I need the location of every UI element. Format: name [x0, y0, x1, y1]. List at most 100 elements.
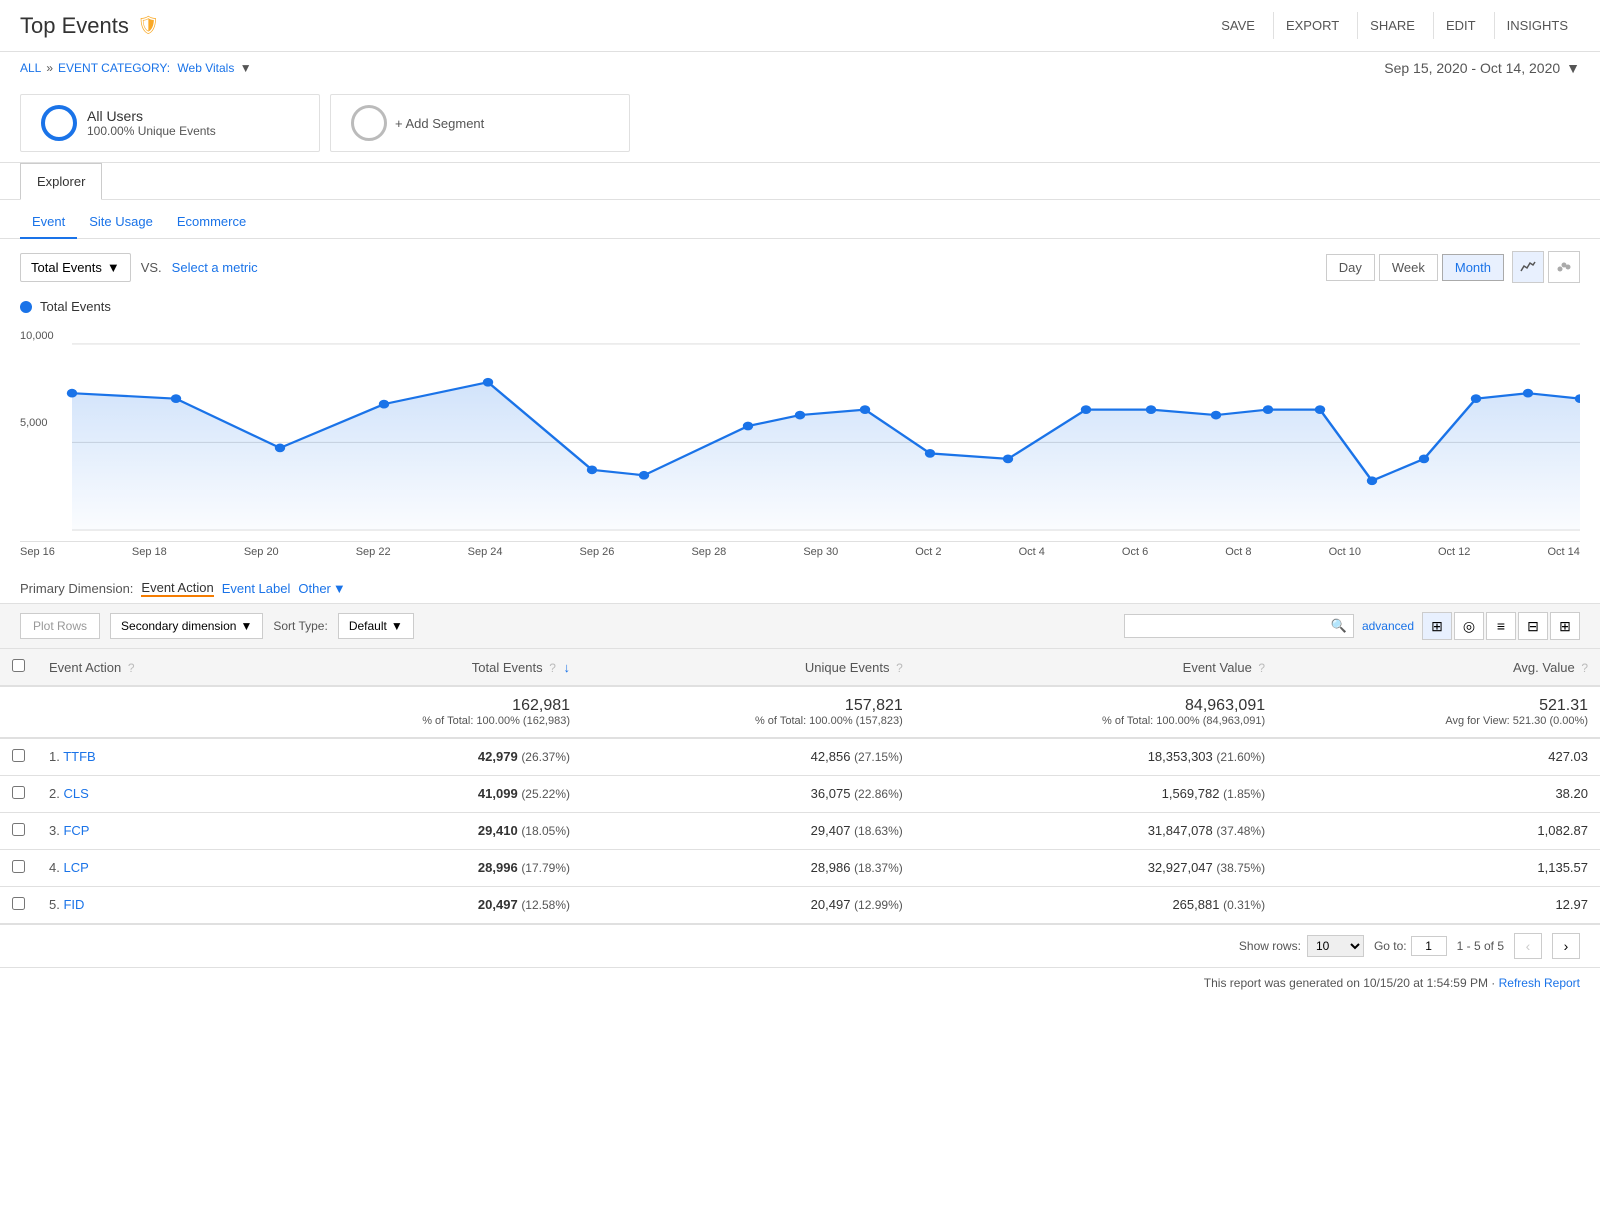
- refresh-report-link[interactable]: Refresh Report: [1499, 976, 1580, 990]
- table-view-buttons: ⊞ ◎ ≡ ⊟ ⊞: [1422, 612, 1580, 640]
- metric-selector: Total Events ▼ VS. Select a metric: [20, 253, 258, 282]
- add-segment-circle: [351, 105, 387, 141]
- tab-event[interactable]: Event: [20, 208, 77, 239]
- table-view-pie[interactable]: ◎: [1454, 612, 1484, 640]
- line-chart-button[interactable]: [1512, 251, 1544, 283]
- dim-other-label: Other: [298, 581, 331, 596]
- row5-checkbox[interactable]: [12, 897, 25, 910]
- segment-sub: 100.00% Unique Events: [87, 124, 216, 138]
- date-range-selector[interactable]: Sep 15, 2020 - Oct 14, 2020 ▼: [1384, 60, 1580, 76]
- secondary-dim-label: Secondary dimension: [121, 619, 236, 633]
- share-button[interactable]: SHARE: [1357, 12, 1427, 39]
- row2-event-pct: (1.85%): [1223, 787, 1265, 801]
- row2-total: 41,099 (25.22%): [249, 776, 582, 813]
- table-ctrl-right: 🔍 advanced ⊞ ◎ ≡ ⊟ ⊞: [1124, 612, 1580, 640]
- row4-unique-pct: (18.37%): [854, 861, 903, 875]
- secondary-dimension-dropdown[interactable]: Secondary dimension ▼: [110, 613, 263, 639]
- dim-other-dropdown[interactable]: Other ▼: [298, 581, 345, 596]
- sort-type-value: Default: [349, 619, 387, 633]
- month-button[interactable]: Month: [1442, 254, 1504, 281]
- row5-action-link[interactable]: FID: [63, 897, 84, 912]
- row4-total-pct: (17.79%): [521, 861, 570, 875]
- all-users-segment[interactable]: All Users 100.00% Unique Events: [20, 94, 320, 152]
- x-label-5: Sep 26: [580, 546, 615, 558]
- row1-checkbox[interactable]: [12, 749, 25, 762]
- tab-ecommerce[interactable]: Ecommerce: [165, 208, 258, 239]
- th-unique-events-help[interactable]: ?: [896, 661, 903, 675]
- dim-event-label[interactable]: Event Label: [222, 581, 291, 596]
- row3-event-val: 31,847,078 (37.48%): [915, 813, 1277, 850]
- breadcrumb-dropdown-icon[interactable]: ▼: [240, 61, 252, 75]
- select-all-checkbox[interactable]: [12, 659, 25, 672]
- table-view-list[interactable]: ≡: [1486, 612, 1516, 640]
- x-label-10: Oct 6: [1122, 546, 1148, 558]
- select-metric-link[interactable]: Select a metric: [172, 260, 258, 275]
- search-icon[interactable]: 🔍: [1331, 618, 1347, 634]
- add-segment-card[interactable]: + Add Segment: [330, 94, 630, 152]
- row1-num: 1.: [49, 749, 60, 764]
- row3-action-link[interactable]: FCP: [63, 823, 89, 838]
- row3-total-pct: (18.05%): [521, 824, 570, 838]
- explorer-tab[interactable]: Explorer: [20, 163, 102, 200]
- advanced-link[interactable]: advanced: [1362, 619, 1414, 633]
- row2-event-val: 1,569,782 (1.85%): [915, 776, 1277, 813]
- row4-total-val: 28,996: [478, 860, 518, 875]
- row4-unique: 28,986 (18.37%): [582, 850, 915, 887]
- insights-button[interactable]: INSIGHTS: [1494, 12, 1580, 39]
- row1-total-pct: (26.37%): [521, 750, 570, 764]
- row1-event-pct: (21.60%): [1216, 750, 1265, 764]
- tab-site-usage[interactable]: Site Usage: [77, 208, 165, 239]
- dot-chart-button[interactable]: [1548, 251, 1580, 283]
- table-footer: Show rows: 10 25 50 100 500 1000 Go to: …: [0, 924, 1600, 967]
- day-button[interactable]: Day: [1326, 254, 1375, 281]
- row2-action-link[interactable]: CLS: [63, 786, 88, 801]
- row5-total-val: 20,497: [478, 897, 518, 912]
- table-view-pivot[interactable]: ⊞: [1550, 612, 1580, 640]
- row4-checkbox[interactable]: [12, 860, 25, 873]
- summary-event-pct: % of Total: 100.00% (84,963,091): [927, 715, 1265, 727]
- sort-type-dropdown[interactable]: Default ▼: [338, 613, 414, 639]
- th-event-action: Event Action ?: [37, 649, 249, 687]
- metric-dropdown[interactable]: Total Events ▼: [20, 253, 131, 282]
- row2-checkbox[interactable]: [12, 786, 25, 799]
- th-avg-value-help[interactable]: ?: [1581, 661, 1588, 675]
- page-header: Top Events 🛡 SAVE EXPORT SHARE EDIT INSI…: [0, 0, 1600, 52]
- sort-type-icon: ▼: [391, 619, 403, 633]
- row4-action-link[interactable]: LCP: [63, 860, 88, 875]
- search-input-wrap: 🔍: [1124, 614, 1354, 638]
- summary-unique-pct: % of Total: 100.00% (157,823): [594, 715, 903, 727]
- th-avg-value: Avg. Value ?: [1277, 649, 1600, 687]
- chart-legend: Total Events: [20, 295, 1580, 322]
- prev-page-button[interactable]: ‹: [1514, 933, 1542, 959]
- row3-checkbox[interactable]: [12, 823, 25, 836]
- save-button[interactable]: SAVE: [1209, 12, 1267, 39]
- table-view-grid[interactable]: ⊞: [1422, 612, 1452, 640]
- row3-avg: 1,082.87: [1277, 813, 1600, 850]
- summary-event-val: 84,963,091: [927, 697, 1265, 715]
- search-input[interactable]: [1131, 619, 1331, 634]
- row1-action-link[interactable]: TTFB: [63, 749, 96, 764]
- summary-label: [37, 686, 249, 738]
- summary-total-val: 162,981: [261, 697, 570, 715]
- row5-check: [0, 887, 37, 924]
- edit-button[interactable]: EDIT: [1433, 12, 1488, 39]
- dim-event-action[interactable]: Event Action: [141, 580, 213, 597]
- week-button[interactable]: Week: [1379, 254, 1438, 281]
- table-row: 5. FID 20,497 (12.58%) 20,497 (12.99%) 2…: [0, 887, 1600, 924]
- goto-input[interactable]: [1411, 936, 1447, 956]
- vs-text: VS.: [141, 260, 162, 275]
- th-event-action-help[interactable]: ?: [128, 661, 135, 675]
- next-page-button[interactable]: ›: [1552, 933, 1580, 959]
- breadcrumb-all[interactable]: ALL: [20, 61, 41, 75]
- breadcrumb-value[interactable]: Web Vitals: [177, 61, 234, 75]
- export-button[interactable]: EXPORT: [1273, 12, 1351, 39]
- th-total-events-help[interactable]: ?: [549, 661, 556, 675]
- row1-action: 1. TTFB: [37, 738, 249, 776]
- data-table: Event Action ? Total Events ? ↓ Unique E…: [0, 648, 1600, 924]
- plot-rows-button: Plot Rows: [20, 613, 100, 639]
- table-view-compare[interactable]: ⊟: [1518, 612, 1548, 640]
- th-event-value-help[interactable]: ?: [1258, 661, 1265, 675]
- x-label-14: Oct 14: [1547, 546, 1579, 558]
- legend-label: Total Events: [40, 299, 111, 314]
- show-rows-select[interactable]: 10 25 50 100 500 1000: [1307, 935, 1364, 957]
